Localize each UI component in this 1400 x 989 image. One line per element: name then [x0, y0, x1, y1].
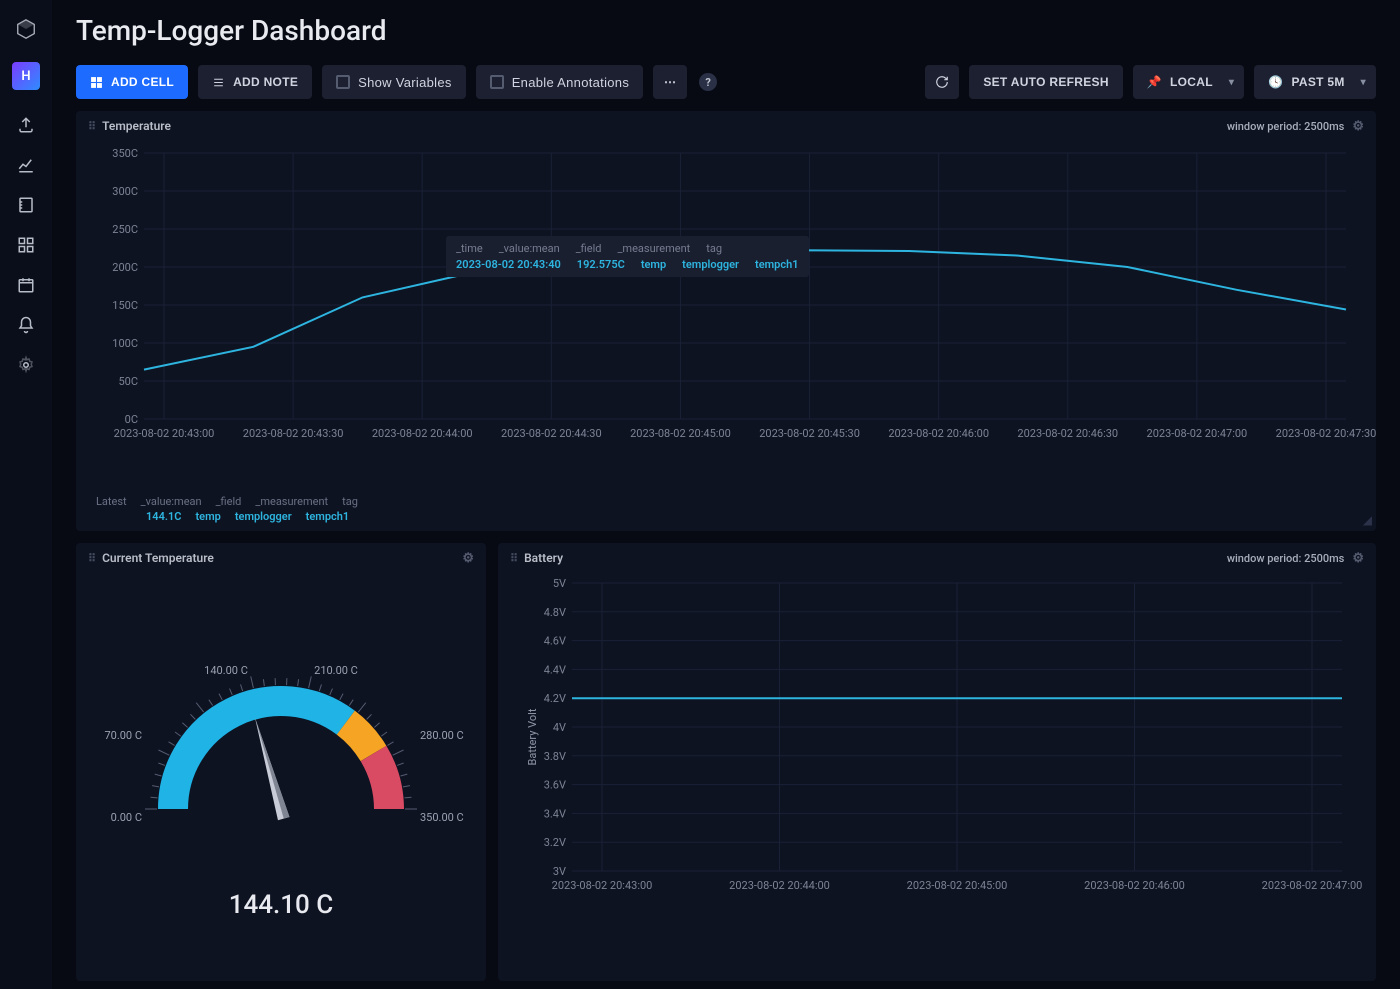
dashboard-icon[interactable] [17, 236, 35, 254]
svg-text:250C: 250C [112, 223, 138, 236]
svg-text:50C: 50C [118, 375, 138, 388]
set-auto-refresh-button[interactable]: SET AUTO REFRESH [969, 65, 1122, 99]
svg-text:280.00 C: 280.00 C [420, 729, 464, 742]
notebook-icon[interactable] [17, 196, 35, 214]
grid-icon [90, 76, 103, 89]
drag-handle-icon[interactable]: ⠿ [88, 120, 94, 133]
gauge-value: 144.10 C [229, 890, 334, 920]
cell-settings-button[interactable]: ⚙ [462, 551, 474, 566]
main-content: Temp-Logger Dashboard ADD CELL ADD NOTE … [52, 0, 1400, 989]
svg-text:2023-08-02 20:44:00: 2023-08-02 20:44:00 [372, 427, 473, 440]
svg-text:4.8V: 4.8V [544, 606, 566, 619]
svg-text:2023-08-02 20:47:00: 2023-08-02 20:47:00 [1262, 879, 1363, 892]
cell-title: Battery [524, 551, 563, 565]
svg-text:210.00 C: 210.00 C [314, 664, 358, 677]
svg-text:Battery Volt: Battery Volt [526, 708, 539, 765]
svg-text:4.2V: 4.2V [544, 692, 566, 705]
svg-text:0C: 0C [125, 413, 138, 426]
checkbox-icon [490, 75, 504, 89]
app-logo-icon [15, 18, 37, 40]
svg-text:2023-08-02 20:47:00: 2023-08-02 20:47:00 [1147, 427, 1248, 440]
svg-text:2023-08-02 20:44:30: 2023-08-02 20:44:30 [501, 427, 602, 440]
svg-text:2023-08-02 20:46:00: 2023-08-02 20:46:00 [888, 427, 989, 440]
svg-text:100C: 100C [112, 337, 138, 350]
svg-text:70.00 C: 70.00 C [104, 729, 142, 742]
window-period-label: window period: 2500ms [1227, 552, 1345, 565]
svg-text:140.00 C: 140.00 C [204, 664, 248, 677]
svg-text:3.8V: 3.8V [544, 750, 566, 763]
svg-text:350.00 C: 350.00 C [420, 811, 464, 824]
page-title: Temp-Logger Dashboard [76, 14, 1376, 47]
temperature-chart[interactable]: 0C 50C 100C 150C 200C 250C 300C 350C 2023-08-02… [76, 141, 1376, 495]
resize-handle-icon[interactable]: ◢ [1363, 513, 1372, 527]
svg-text:2023-08-02 20:43:00: 2023-08-02 20:43:00 [114, 427, 215, 440]
chevron-down-icon: ▾ [1361, 77, 1366, 88]
svg-text:4.4V: 4.4V [544, 663, 566, 676]
cell-settings-button[interactable]: ⚙ [1352, 551, 1364, 566]
svg-text:3.6V: 3.6V [544, 779, 566, 792]
temperature-cell: ⠿ Temperature window period: 2500ms ⚙ 0C… [76, 111, 1376, 531]
current-temperature-cell: ⠿ Current Temperature ⚙ [76, 543, 486, 981]
pin-icon: 📌 [1147, 75, 1162, 89]
calendar-icon[interactable] [17, 276, 35, 294]
svg-text:2023-08-02 20:45:00: 2023-08-02 20:45:00 [907, 879, 1008, 892]
svg-text:4V: 4V [553, 721, 566, 734]
list-icon [212, 76, 225, 89]
svg-text:2023-08-02 20:46:30: 2023-08-02 20:46:30 [1017, 427, 1118, 440]
svg-text:5V: 5V [553, 577, 566, 590]
svg-text:2023-08-02 20:43:30: 2023-08-02 20:43:30 [243, 427, 344, 440]
battery-cell: ⠿ Battery window period: 2500ms ⚙ Batter… [498, 543, 1376, 981]
refresh-button[interactable] [925, 65, 959, 99]
svg-text:2023-08-02 20:45:30: 2023-08-02 20:45:30 [759, 427, 860, 440]
add-cell-button[interactable]: ADD CELL [76, 65, 188, 99]
time-range-dropdown[interactable]: 🕓 Past 5m ▾ [1254, 65, 1376, 99]
svg-text:3.4V: 3.4V [544, 807, 566, 820]
svg-text:4.6V: 4.6V [544, 635, 566, 648]
temperature-gauge: 0.00 C 70.00 C 140.00 C 210.00 C 280.00 … [76, 573, 486, 981]
svg-text:300C: 300C [112, 185, 138, 198]
cell-title: Temperature [102, 119, 171, 133]
drag-handle-icon[interactable]: ⠿ [88, 552, 94, 565]
svg-text:2023-08-02 20:47:30: 2023-08-02 20:47:30 [1276, 427, 1377, 440]
checkbox-icon [336, 75, 350, 89]
refresh-icon [935, 75, 949, 89]
bell-icon[interactable] [17, 316, 35, 334]
chevron-down-icon: ▾ [1229, 77, 1234, 88]
battery-chart[interactable]: Battery Volt 3V 3.2V 3.4V 3.6V 3.8V 4V 4.2V 4.4… [498, 573, 1376, 981]
upload-icon[interactable] [17, 116, 35, 134]
svg-text:150C: 150C [112, 299, 138, 312]
show-variables-toggle[interactable]: Show Variables [322, 65, 466, 99]
timezone-dropdown[interactable]: 📌 Local ▾ [1133, 65, 1244, 99]
svg-text:3V: 3V [553, 865, 566, 878]
cell-settings-button[interactable]: ⚙ [1352, 119, 1364, 134]
enable-annotations-toggle[interactable]: Enable Annotations [476, 65, 643, 99]
cell-title: Current Temperature [102, 551, 214, 565]
window-period-label: window period: 2500ms [1227, 120, 1345, 133]
drag-handle-icon[interactable]: ⠿ [510, 552, 516, 565]
more-button[interactable]: ⋯ [653, 65, 687, 99]
chart-icon[interactable] [17, 156, 35, 174]
svg-text:2023-08-02 20:45:00: 2023-08-02 20:45:00 [630, 427, 731, 440]
toolbar: ADD CELL ADD NOTE Show Variables Enable … [76, 65, 1376, 99]
clock-icon: 🕓 [1268, 75, 1283, 89]
svg-text:200C: 200C [112, 261, 138, 274]
help-button[interactable]: ? [699, 73, 717, 91]
svg-text:2023-08-02 20:43:00: 2023-08-02 20:43:00 [552, 879, 653, 892]
ellipsis-icon: ⋯ [664, 75, 676, 89]
svg-text:0.00 C: 0.00 C [111, 811, 142, 824]
add-note-button[interactable]: ADD NOTE [198, 65, 312, 99]
sidebar: H [0, 0, 52, 989]
svg-text:350C: 350C [112, 147, 138, 160]
gear-icon[interactable] [17, 356, 35, 374]
user-avatar[interactable]: H [12, 62, 40, 90]
svg-text:2023-08-02 20:44:00: 2023-08-02 20:44:00 [729, 879, 830, 892]
svg-text:3.2V: 3.2V [544, 836, 566, 849]
svg-text:2023-08-02 20:46:00: 2023-08-02 20:46:00 [1084, 879, 1185, 892]
